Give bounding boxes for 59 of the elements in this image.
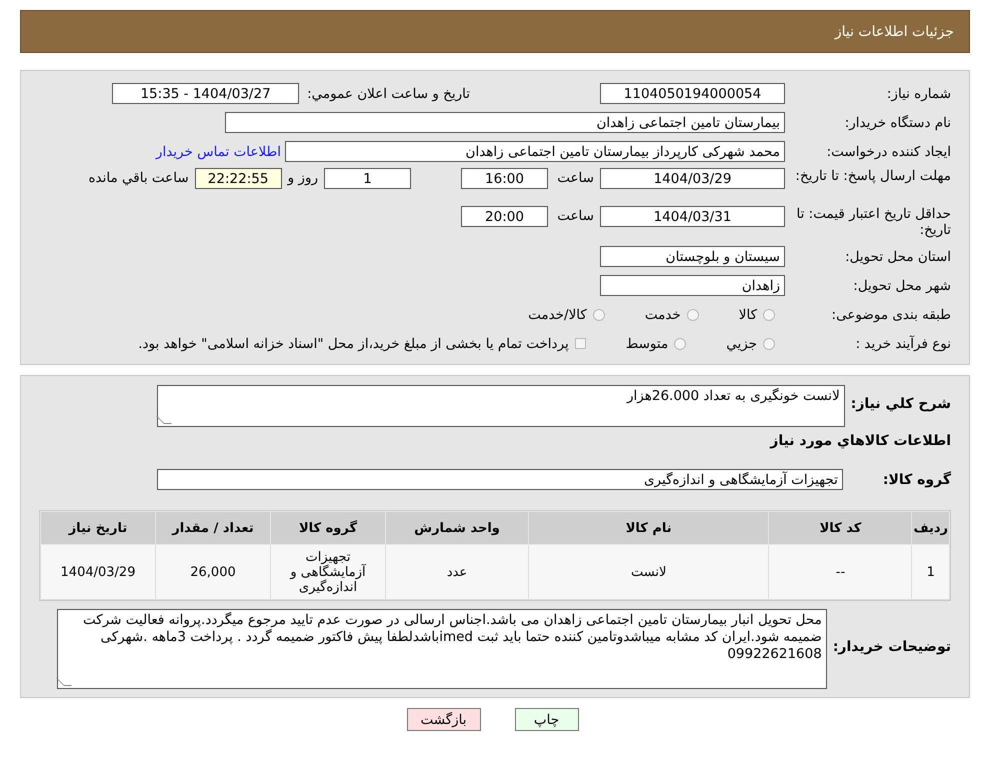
- section-title: اطلاعات كالاهاي مورد نياز: [768, 433, 952, 449]
- need-number-field: 1104050194000054: [600, 83, 785, 104]
- field-label: نوع فرآيند خريد :: [854, 336, 951, 352]
- field-label: شماره نياز:: [886, 86, 951, 102]
- field-label: طبقه بندی موضوعی:: [830, 306, 951, 322]
- days-field: 1: [324, 168, 411, 189]
- description-field: لانست خونگيری به تعداد 26.000هزار: [156, 385, 845, 427]
- resize-grip-icon: [156, 416, 172, 424]
- field-label: شرح كلي نياز:: [850, 396, 951, 412]
- column-header: تعداد / مقدار: [156, 512, 270, 544]
- treasury-checkbox[interactable]: پرداخت تمام يا بخشی از مبلغ خريد،از محل "اسناد خزانه اسلامی" خواهد بود.: [138, 336, 586, 352]
- goods-group-field: تجهيزات آزمايشگاهی و اندازه‌گيری: [156, 469, 843, 490]
- column-header: کد کالا: [768, 512, 912, 544]
- purchase-type-radio[interactable]: متوسط: [626, 336, 686, 352]
- field-label: گروه کالا:: [882, 472, 951, 488]
- table-cell: تجهيزات آزمايشگاهی و اندازه‌گيری: [270, 544, 386, 600]
- buyer-notes-field: محل تحويل انبار بيمارستان تامين اجتماعی زاهدان می باشد.اجناس ارسالی در صورت عدم تاييد مرجوع ميگردد.پروانه فعاليت شرکت ضميمه شود.ايران کد مشابه ميباشدوتامين کننده حتما بايد ثبت imedباشدلطفا پيش فاکتور ضميمه گردد . پرداخت 3ماهه .شهرکی 09922621608: [56, 609, 827, 689]
- contact-link[interactable]: اطلاعات تماس خريدار: [156, 144, 281, 160]
- table-cell: 1404/03/29: [40, 544, 156, 600]
- field-label: استان محل تحويل:: [844, 248, 951, 264]
- days-label: روز و: [288, 170, 318, 186]
- category-radio[interactable]: کالا: [738, 306, 775, 322]
- field-label: مهلت ارسال پاسخ: تا تاريخ:: [794, 168, 951, 184]
- field-label: ايجاد کننده درخواست:: [826, 144, 951, 160]
- time-label: ساعت: [556, 170, 594, 186]
- remaining-label: ساعت باقي مانده: [88, 170, 189, 186]
- buyer-org-field: بيمارستان تامين اجتماعی زاهدان: [225, 112, 785, 133]
- field-label: نام دستگاه خريدار:: [844, 114, 951, 130]
- field-label: تاريخ و ساعت اعلان عمومي:: [307, 86, 470, 102]
- resize-grip-icon: [56, 678, 72, 686]
- column-header: نام کالا: [528, 512, 769, 544]
- field-label: توضيحات خريدار:: [832, 639, 951, 655]
- column-header: تاريخ نياز: [40, 512, 156, 544]
- province-field: سيستان و بلوچستان: [600, 246, 785, 267]
- deadline-time-field: 16:00: [461, 168, 548, 189]
- table-cell: لانست: [528, 544, 769, 600]
- table-cell: عدد: [386, 544, 528, 600]
- page-title: جزئیات اطلاعات نیاز: [834, 24, 954, 40]
- field-label: شهر محل تحويل:: [852, 278, 951, 294]
- remaining-time-field: 22:22:55: [194, 168, 282, 189]
- validity-date-field: 1404/03/31: [600, 206, 785, 227]
- print-button[interactable]: چاپ: [514, 708, 578, 731]
- column-header: واحد شمارش: [386, 512, 528, 544]
- column-header: رديف: [912, 512, 950, 544]
- back-button[interactable]: بازگشت: [406, 708, 480, 731]
- category-radio[interactable]: کالا/خدمت: [528, 306, 605, 322]
- table-cell: 26,000: [156, 544, 270, 600]
- city-field: زاهدان: [600, 275, 785, 296]
- time-label: ساعت: [556, 208, 594, 224]
- category-radio[interactable]: خدمت: [644, 306, 699, 322]
- requester-field: محمد شهرکی کارپرداز بيمارستان تامين اجتماعی زاهدان: [285, 141, 785, 162]
- table-cell: 1: [912, 544, 950, 600]
- column-header: گروه کالا: [270, 512, 386, 544]
- deadline-date-field: 1404/03/29: [600, 168, 785, 189]
- purchase-type-radio[interactable]: جزيي: [726, 336, 775, 352]
- announce-date-field: 1404/03/27 - 15:35: [112, 83, 300, 104]
- field-label: حداقل تاريخ اعتبار قيمت: تا تاريخ:: [796, 206, 951, 238]
- table-cell: --: [768, 544, 912, 600]
- validity-time-field: 20:00: [461, 206, 548, 227]
